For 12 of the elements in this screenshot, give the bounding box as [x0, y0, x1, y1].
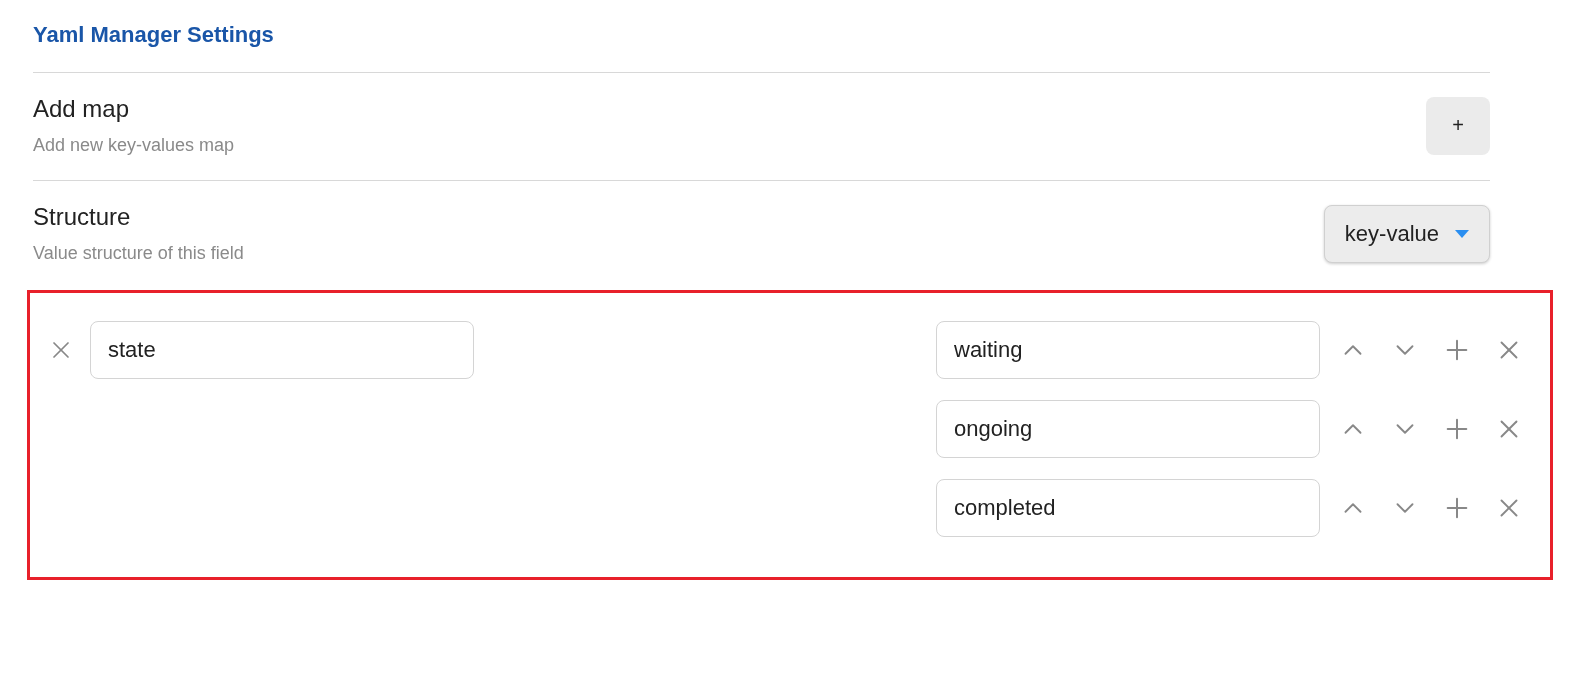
- add-button[interactable]: +: [1426, 96, 1490, 155]
- setting-name: Structure: [33, 203, 132, 231]
- setting-name: Add map: [33, 95, 131, 123]
- setting-description: Value structure of this field: [33, 243, 244, 264]
- value-input[interactable]: ongoing: [936, 400, 1320, 458]
- structure-dropdown[interactable]: key-value: [1323, 204, 1490, 263]
- value-input[interactable]: waiting: [936, 321, 1320, 379]
- settings-heading: Yaml Manager Settings: [33, 22, 1490, 73]
- setting-description: Add new key-values map: [33, 135, 235, 156]
- value-input[interactable]: completed: [936, 479, 1320, 537]
- caret-icon: [1455, 229, 1469, 238]
- key-input[interactable]: state: [90, 321, 474, 379]
